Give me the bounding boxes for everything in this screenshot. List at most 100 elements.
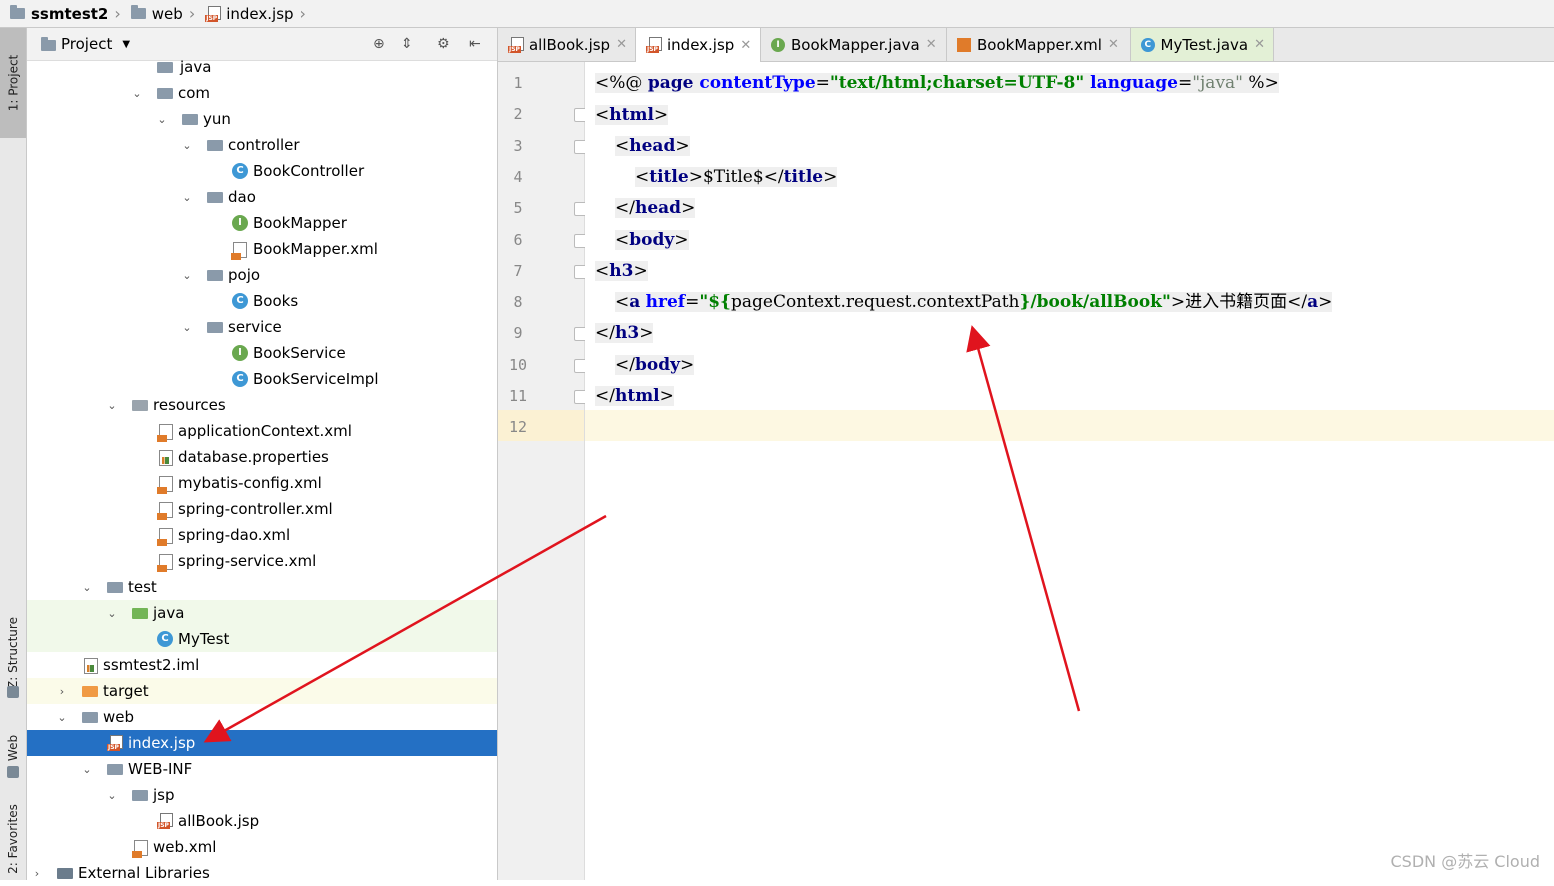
tab-index-jsp[interactable]: JSP index.jsp ✕ [636, 28, 761, 62]
tree-item-label: MyTest [178, 630, 230, 648]
breadcrumb-item-folder[interactable]: web › [130, 4, 196, 23]
tree-item-label: service [228, 318, 282, 336]
project-tool-tab[interactable]: 1: Project [0, 28, 26, 138]
chevron-down-icon[interactable]: ⌄ [106, 789, 118, 802]
chevron-down-icon[interactable]: ⌄ [181, 139, 193, 152]
chevron-right-icon[interactable]: › [31, 867, 43, 880]
chevron-down-icon[interactable]: ⌄ [81, 763, 93, 776]
chevron-down-icon[interactable]: ⌄ [131, 87, 143, 100]
tree-item-mybatis-config-xml[interactable]: mybatis-config.xml [27, 470, 497, 496]
tree-item-books[interactable]: C Books [27, 288, 497, 314]
tree-item-bookservice[interactable]: I BookService [27, 340, 497, 366]
chevron-down-icon[interactable]: ⌄ [56, 711, 68, 724]
collapse-all-icon[interactable]: ⇕ [401, 36, 413, 52]
tree-item-label: WEB-INF [128, 760, 193, 778]
tree-item-applicationcontext-xml[interactable]: applicationContext.xml [27, 418, 497, 444]
tree-item-dao[interactable]: ⌄ dao [27, 184, 497, 210]
tree-item-allbook-jsp[interactable]: JSP allBook.jsp [27, 808, 497, 834]
tree-item-mytest[interactable]: C MyTest [27, 626, 497, 652]
tab-mytest-java[interactable]: C MyTest.java ✕ [1131, 28, 1274, 61]
tree-item-pojo[interactable]: ⌄ pojo [27, 262, 497, 288]
tree-item-bookserviceimpl[interactable]: C BookServiceImpl [27, 366, 497, 392]
tree-item-database-properties[interactable]: database.properties [27, 444, 497, 470]
folder-icon [182, 114, 198, 125]
tree-item-service[interactable]: ⌄ service [27, 314, 497, 340]
tree-item-target[interactable]: › target [27, 678, 497, 704]
tree-item-ssmtest2-iml[interactable]: ssmtest2.iml [27, 652, 497, 678]
xml-file-icon [231, 242, 247, 260]
xml-file-icon [132, 840, 148, 858]
close-icon[interactable]: ✕ [1108, 37, 1119, 52]
class-icon: C [232, 371, 248, 387]
chevron-right-icon: › [188, 4, 196, 23]
close-icon[interactable]: ✕ [1254, 37, 1265, 52]
folder-icon [207, 140, 223, 151]
project-panel: Project ▼ ⊕ ⇕ ⚙ ⇤ java ⌄ com ⌄ yun ⌄ controlle… [27, 28, 523, 882]
breadcrumb-item-project[interactable]: ssmtest2 › [10, 4, 121, 23]
close-icon[interactable]: ✕ [926, 37, 937, 52]
tree-item-bookmapper[interactable]: I BookMapper [27, 210, 497, 236]
project-folder-icon [10, 5, 25, 19]
chevron-down-icon[interactable]: ⌄ [81, 581, 93, 594]
tree-item-controller[interactable]: ⌄ controller [27, 132, 497, 158]
project-view-selector[interactable]: Project [61, 35, 112, 53]
tree-item-label: jsp [153, 786, 175, 804]
chevron-down-icon[interactable]: ⌄ [181, 269, 193, 282]
locate-icon[interactable]: ⊕ [373, 36, 385, 52]
chevron-down-icon[interactable]: ⌄ [181, 321, 193, 334]
gear-icon[interactable]: ⚙ [437, 36, 450, 52]
chevron-down-icon[interactable]: ⌄ [106, 607, 118, 620]
tree-item-test[interactable]: ⌄ test [27, 574, 497, 600]
tree-item-jsp[interactable]: ⌄ jsp [27, 782, 497, 808]
interface-icon: I [232, 215, 248, 231]
line-number: 5 [513, 199, 523, 218]
chevron-down-icon[interactable]: ⌄ [106, 399, 118, 412]
jsp-file-icon: JSP [646, 37, 662, 53]
tree-item-com[interactable]: ⌄ com [27, 80, 497, 106]
code-editor[interactable]: <%@ page contentType="text/html;charset=… [585, 62, 1554, 880]
tree-item-label: dao [228, 188, 256, 206]
tree-item-label: resources [153, 396, 226, 414]
tree-item-spring-dao-xml[interactable]: spring-dao.xml [27, 522, 497, 548]
code-line-10: </body> [615, 355, 695, 375]
close-icon[interactable]: ✕ [740, 38, 751, 53]
chevron-down-icon[interactable]: ▼ [122, 39, 130, 50]
tree-item-label: spring-dao.xml [178, 526, 291, 544]
chevron-down-icon[interactable]: ⌄ [156, 113, 168, 126]
tree-item-yun[interactable]: ⌄ yun [27, 106, 497, 132]
chevron-right-icon[interactable]: › [56, 685, 68, 698]
tree-item-resources[interactable]: ⌄ resources [27, 392, 497, 418]
code-line-8: <a href="${pageContext.request.contextPa… [615, 292, 1333, 312]
tree-item-web-inf[interactable]: ⌄ WEB-INF [27, 756, 497, 782]
tree-item-label: External Libraries [78, 864, 210, 882]
favorites-tool-tab[interactable]: 2: Favorites [0, 798, 26, 880]
tree-item-external-libraries[interactable]: › External Libraries [27, 860, 497, 886]
tree-item-bookmapper-xml[interactable]: BookMapper.xml [27, 236, 497, 262]
current-line-highlight [585, 410, 1554, 441]
tree-item-spring-controller-xml[interactable]: spring-controller.xml [27, 496, 497, 522]
tree-item-label: target [103, 682, 149, 700]
line-number: 8 [513, 293, 523, 312]
xml-file-icon [157, 476, 173, 494]
folder-icon [207, 192, 223, 203]
breadcrumb-item-file[interactable]: JSP index.jsp › [205, 4, 306, 23]
tree-item-index-jsp[interactable]: JSP index.jsp [27, 730, 497, 756]
tree-item-java[interactable]: java [27, 54, 497, 80]
tree-item-spring-service-xml[interactable]: spring-service.xml [27, 548, 497, 574]
hide-panel-icon[interactable]: ⇤ [469, 36, 481, 52]
tree-item-bookcontroller[interactable]: C BookController [27, 158, 497, 184]
code-line-3: <head> [615, 136, 690, 156]
tab-allbook-jsp[interactable]: JSP allBook.jsp ✕ [498, 28, 636, 61]
tab-bookmapper-xml[interactable]: BookMapper.xml ✕ [947, 28, 1131, 61]
folder-icon [130, 5, 146, 19]
line-number: 10 [508, 355, 528, 374]
project-view-icon [41, 37, 56, 51]
tree-item-web-xml[interactable]: web.xml [27, 834, 497, 860]
tree-item-web[interactable]: ⌄ web [27, 704, 497, 730]
editor-gutter: 1 2 3 4 5 6 7 8 9 10 11 12 [498, 62, 588, 880]
close-icon[interactable]: ✕ [616, 37, 627, 52]
tree-item-test-java[interactable]: ⌄ java [27, 600, 497, 626]
tab-bookmapper-java[interactable]: I BookMapper.java ✕ [761, 28, 947, 61]
line-number: 4 [513, 167, 523, 186]
chevron-down-icon[interactable]: ⌄ [181, 191, 193, 204]
